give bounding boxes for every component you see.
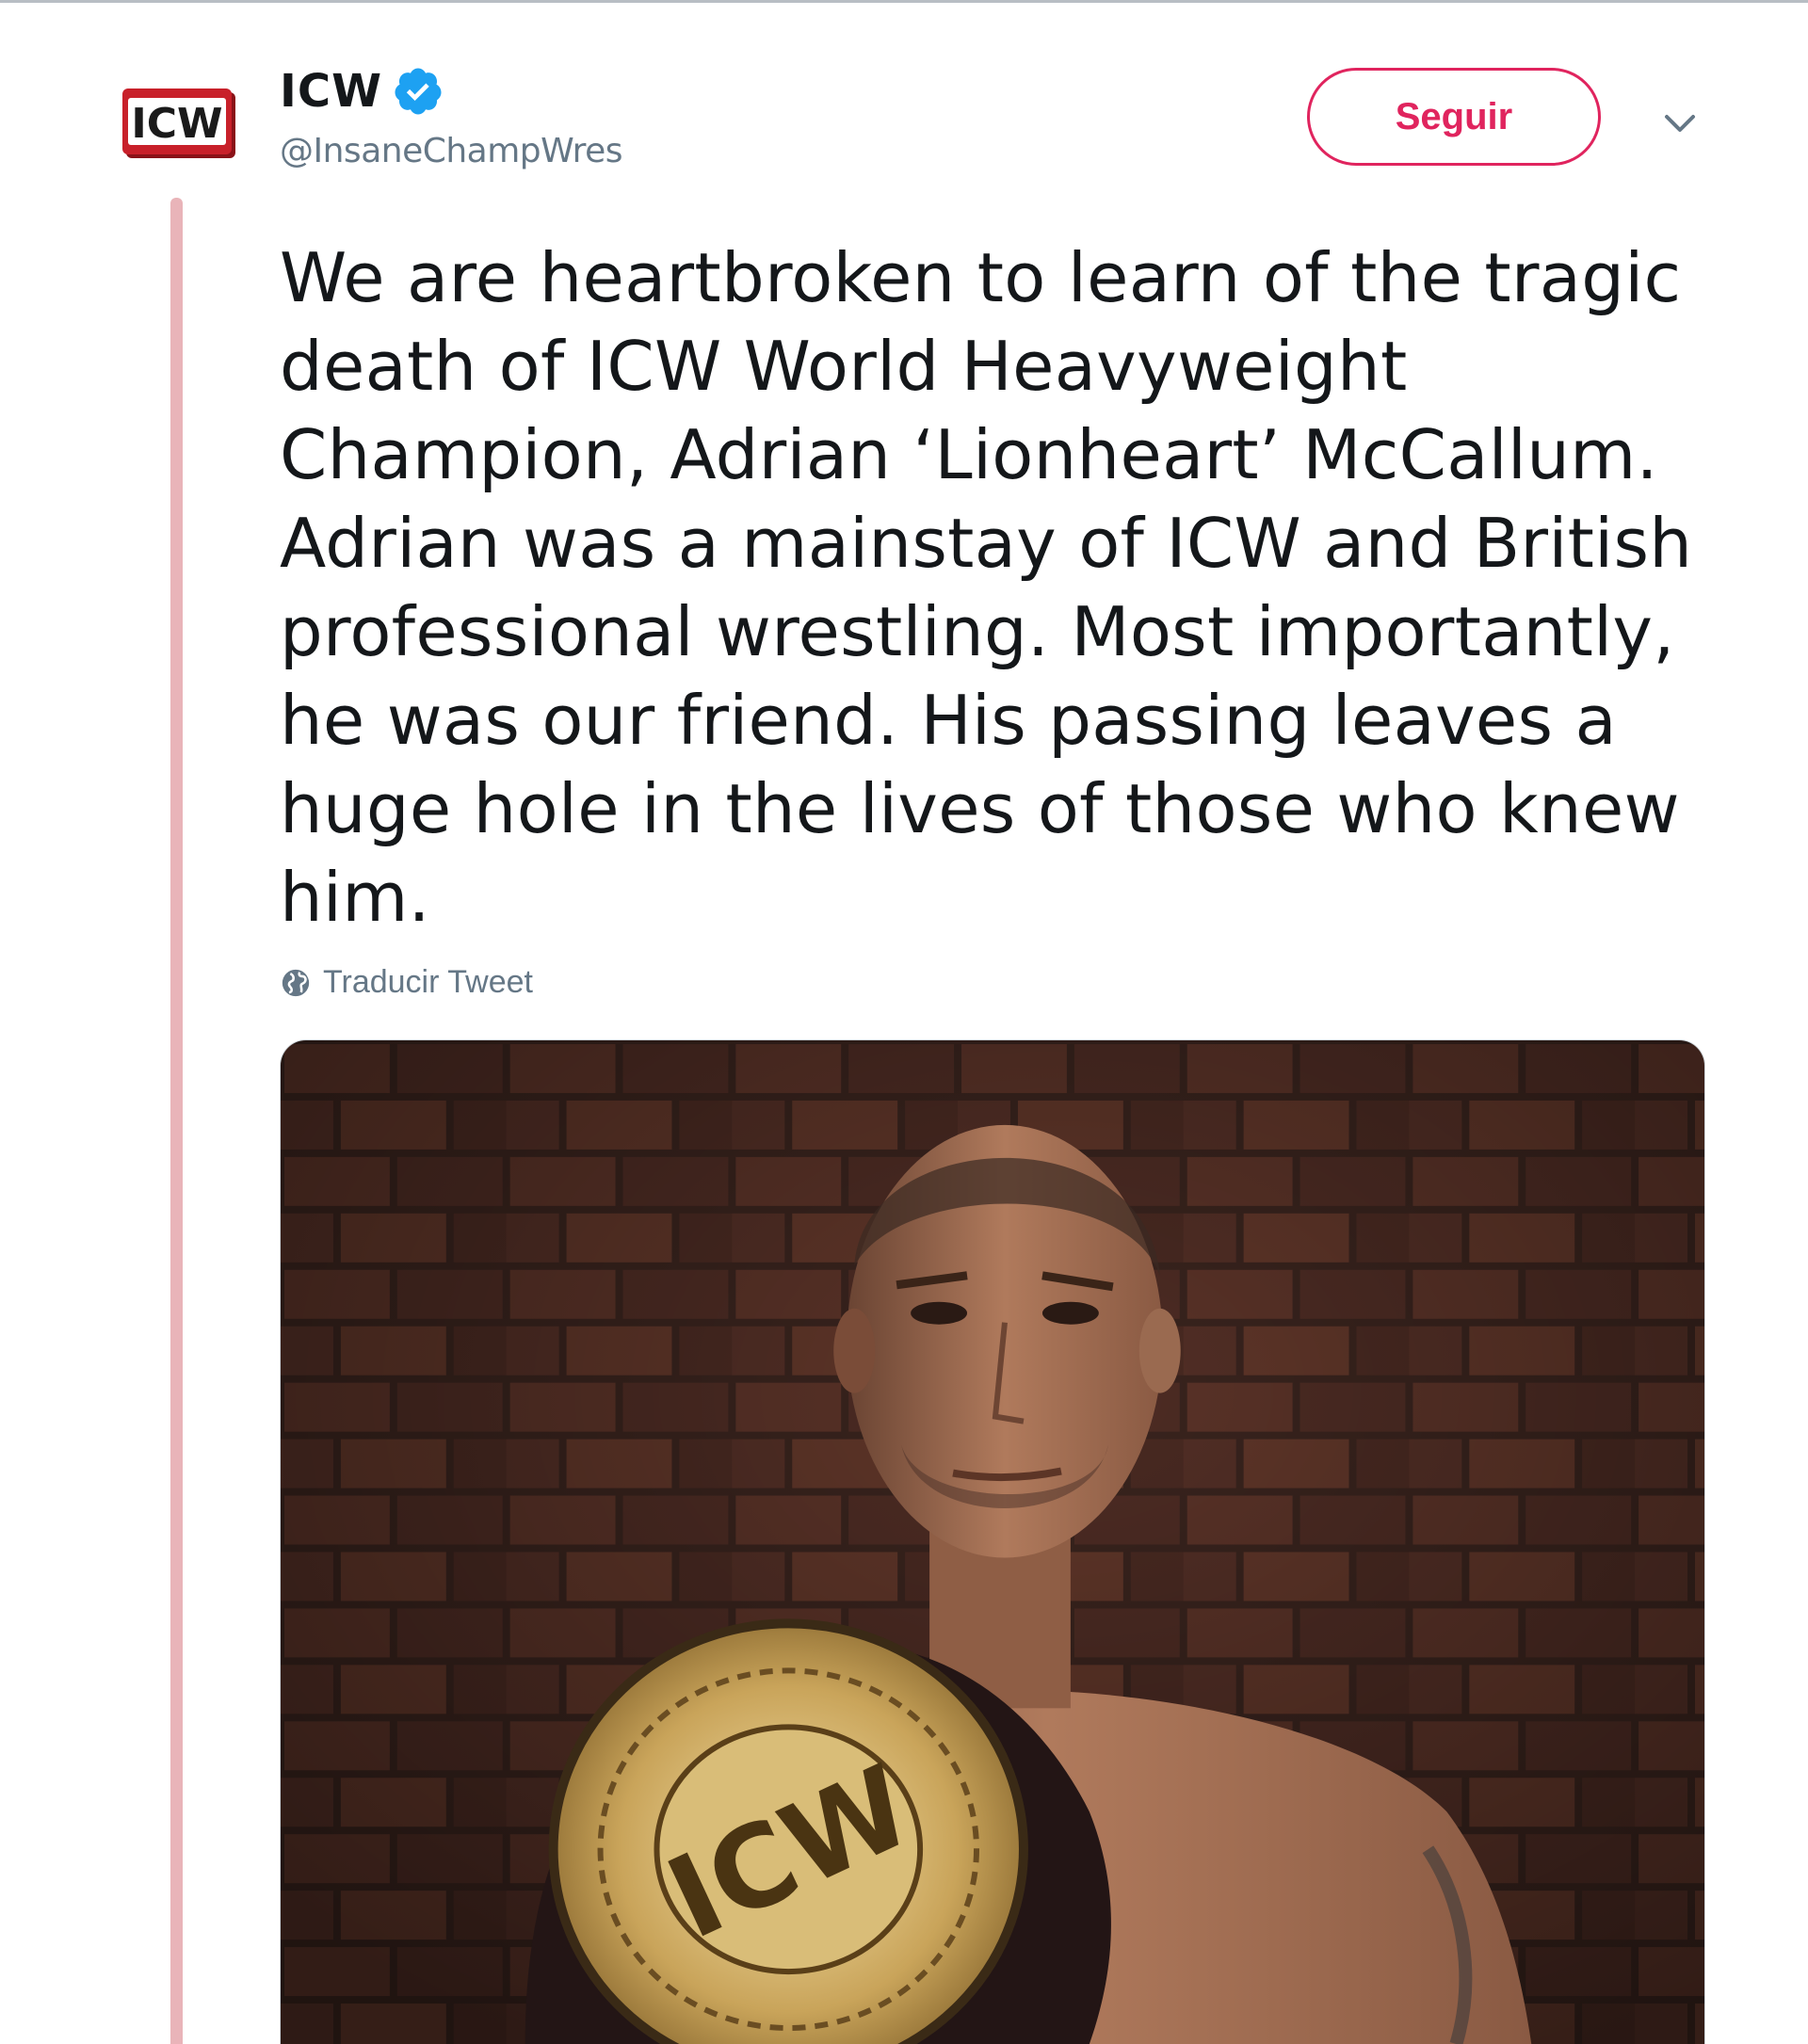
tweet-media-photo[interactable]: ICW (280, 1039, 1705, 2044)
wrestler-with-championship-belt-photo: ICW (281, 1040, 1704, 2044)
author-name-row: ICW (280, 58, 622, 124)
author-handle[interactable]: @InsaneChampWres (280, 132, 623, 170)
tweet-header: ICW @InsaneChampWres (280, 58, 623, 170)
translate-tweet-label: Traducir Tweet (323, 964, 533, 1000)
tweet-text: We are heartbroken to learn of the tragi… (280, 238, 1693, 937)
chevron-down-icon[interactable] (1661, 109, 1699, 137)
avatar[interactable]: ICW (121, 85, 241, 166)
verified-badge-icon (392, 65, 444, 118)
author-display-name[interactable]: ICW (280, 65, 382, 118)
globe-icon (280, 967, 312, 999)
avatar-logo-text: ICW (131, 100, 222, 148)
icw-logo-icon: ICW (122, 89, 235, 158)
translate-tweet-link[interactable]: Traducir Tweet (280, 964, 533, 1001)
window-top-border (0, 0, 1808, 3)
follow-button[interactable]: Seguir (1307, 68, 1601, 166)
thread-line (170, 198, 183, 2044)
